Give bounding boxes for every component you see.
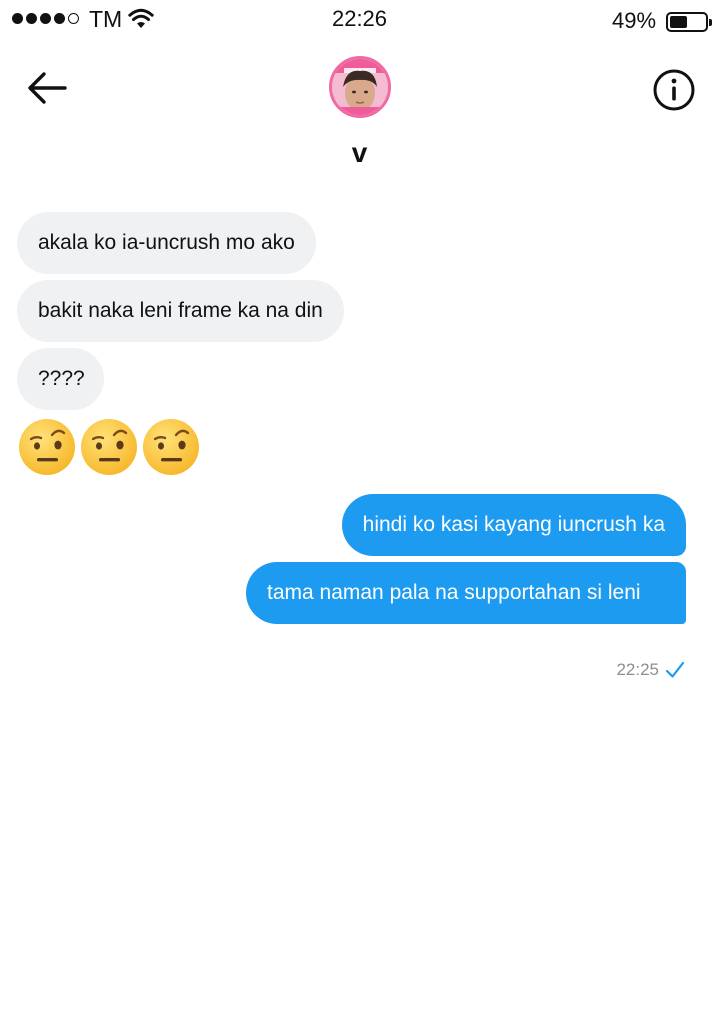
incoming-message[interactable]: akala ko ia-uncrush mo ako xyxy=(17,212,316,274)
back-button[interactable] xyxy=(22,66,72,112)
face-with-raised-eyebrow-icon xyxy=(19,419,75,475)
face-with-raised-eyebrow-icon xyxy=(143,419,199,475)
battery-icon xyxy=(666,12,712,32)
contact-name: v xyxy=(351,137,368,168)
outgoing-message[interactable]: tama naman pala na supportahan si leni xyxy=(246,562,686,624)
conversation-info-button[interactable] xyxy=(650,66,698,114)
emoji-message[interactable] xyxy=(18,418,200,476)
status-bar: TM 22:26 49% xyxy=(0,0,719,40)
face-with-raised-eyebrow-icon xyxy=(81,419,137,475)
contact-avatar[interactable] xyxy=(329,56,391,118)
message-status: 22:25 xyxy=(616,660,685,680)
sent-time: 22:25 xyxy=(616,660,659,679)
battery-percent: 49% xyxy=(612,8,657,33)
checkmark-icon xyxy=(665,661,685,678)
avatar-photo xyxy=(332,59,388,115)
battery-level-fill xyxy=(670,16,687,28)
info-icon xyxy=(653,69,695,111)
arrow-left-icon xyxy=(28,72,67,104)
incoming-message[interactable]: ???? xyxy=(17,348,104,410)
dm-conversation-screen: TM 22:26 49% v akala ko ia-uncrush mo ak… xyxy=(0,0,719,1016)
outgoing-message[interactable]: hindi ko kasi kayang iuncrush ka xyxy=(341,494,686,556)
incoming-message[interactable]: bakit naka leni frame ka na din xyxy=(17,280,344,342)
